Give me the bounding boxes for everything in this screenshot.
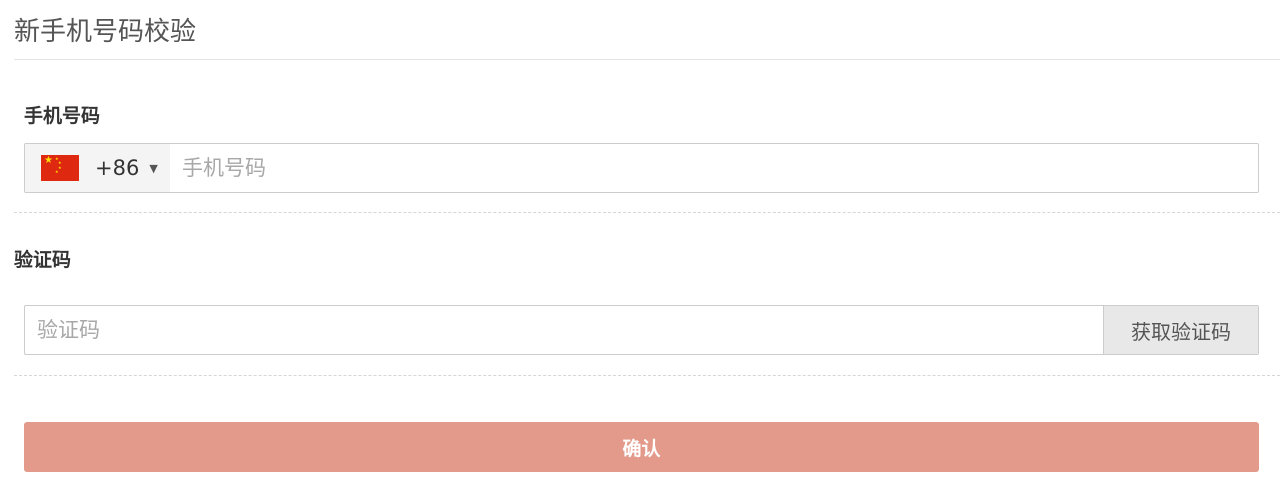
china-flag-icon: ★ ★ ★ ★ ★ [41, 155, 79, 181]
verification-code-input[interactable] [25, 307, 1103, 353]
phone-number-input[interactable] [170, 145, 1258, 191]
title-divider [14, 59, 1280, 60]
caret-down-icon: ▼ [149, 161, 158, 175]
section-divider [14, 375, 1280, 376]
page: 新手机号码校验 手机号码 ★ ★ ★ ★ ★ +86 ▼ 验证码 获取验证码 确… [0, 0, 1280, 492]
section-divider [14, 212, 1280, 213]
country-dial-code: +86 [95, 156, 140, 180]
phone-field-label: 手机号码 [24, 105, 101, 127]
confirm-button[interactable]: 确认 [24, 422, 1259, 472]
code-input-group: 获取验证码 [24, 305, 1259, 355]
get-code-button[interactable]: 获取验证码 [1103, 306, 1258, 354]
country-code-select[interactable]: ★ ★ ★ ★ ★ +86 ▼ [25, 144, 170, 192]
page-title: 新手机号码校验 [14, 17, 197, 47]
code-field-label: 验证码 [14, 249, 72, 271]
phone-input-group: ★ ★ ★ ★ ★ +86 ▼ [24, 143, 1259, 193]
